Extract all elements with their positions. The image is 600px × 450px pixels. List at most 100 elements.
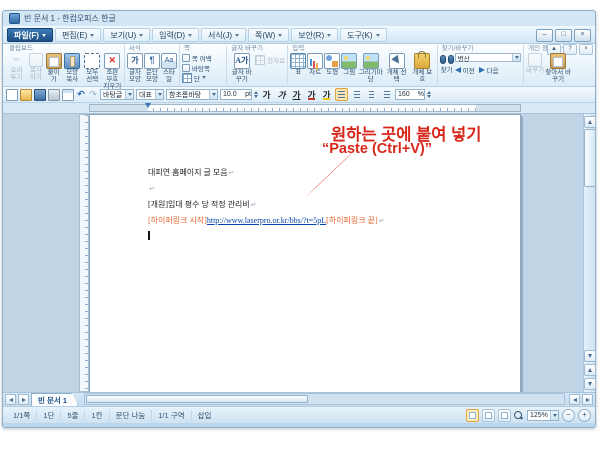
style-button[interactable]: Aa스타일: [161, 53, 177, 84]
hscroll-right-button[interactable]: [582, 394, 593, 405]
select-all-button[interactable]: 모두 선택: [83, 53, 102, 84]
document-area[interactable]: 대피연 홈페이지 글 모음↵ ↵ [개원]임대 평수 당 적정 관리비↵ [하이…: [3, 114, 583, 392]
font-size-combobox[interactable]: 10.0pt: [220, 89, 252, 100]
view-mode-normal-button[interactable]: [466, 409, 479, 422]
close-button[interactable]: ×: [574, 29, 591, 42]
menu-insert[interactable]: 입력(D): [152, 28, 199, 42]
app-window: 빈 문서 1 - 한컴오피스 한글 파일(F) 편집(E) 보기(U) 입력(D…: [2, 10, 596, 428]
clear-marks-button[interactable]: ✕조판 부호 지우기: [103, 53, 122, 90]
font-combobox[interactable]: 함초롬바탕: [166, 89, 218, 100]
style-combobox[interactable]: 바탕글: [100, 89, 134, 100]
red-arrow-annotation: [273, 142, 368, 220]
menu-format[interactable]: 서식(J): [201, 28, 246, 42]
para-shape-button[interactable]: ¶문단 모양: [144, 53, 160, 84]
tab-scroll-left-button[interactable]: [5, 394, 16, 405]
menu-tools[interactable]: 도구(K): [340, 28, 386, 42]
insert-picture-button[interactable]: 그림: [341, 53, 357, 77]
paragraph-mark: ↵: [251, 201, 257, 209]
line-spacing-combobox[interactable]: 160%: [395, 89, 425, 100]
align-left-button[interactable]: [350, 88, 363, 101]
scroll-down-button[interactable]: [584, 350, 596, 362]
hscroll-left-button[interactable]: [569, 394, 580, 405]
menu-page[interactable]: 쪽(W): [248, 28, 289, 42]
insert-table-button[interactable]: 표: [290, 53, 306, 77]
indent-marker[interactable]: [145, 103, 151, 108]
vertical-scroll-thumb[interactable]: [584, 129, 596, 187]
page-down-button[interactable]: [584, 378, 596, 390]
horizontal-scrollbar[interactable]: [84, 393, 565, 405]
object-protect-button[interactable]: 개체 보호: [410, 53, 435, 84]
drawing-gallery-button[interactable]: 그리기마당: [358, 53, 383, 84]
privacy-find-replace-button[interactable]: 찾아서 바꾸기: [545, 53, 571, 84]
menu-edit[interactable]: 편집(E): [55, 28, 101, 42]
vertical-ruler[interactable]: [79, 114, 89, 392]
doc-line-5[interactable]: [148, 229, 385, 244]
align-justify-button[interactable]: [335, 88, 348, 101]
status-right-controls: 125% − +: [466, 409, 591, 422]
tab-scroll-right-button[interactable]: [18, 394, 29, 405]
menu-view[interactable]: 보기(U): [103, 28, 150, 42]
page-margin-button[interactable]: 쪽 여백: [182, 53, 212, 62]
copy-format-button[interactable]: 모양 복사: [63, 53, 82, 84]
align-right-button[interactable]: [380, 88, 393, 101]
find-prev-button[interactable]: 이전: [455, 65, 475, 74]
find-next-button[interactable]: 다음: [479, 65, 499, 74]
redo-button[interactable]: ↷: [88, 90, 98, 100]
char-replace-button[interactable]: A가글자 바꾸기: [229, 53, 254, 84]
paste-button[interactable]: 붙이기: [46, 53, 62, 84]
char-shape-button[interactable]: 가글자 모양: [127, 53, 143, 84]
document-tab[interactable]: 빈 문서 1: [31, 393, 78, 406]
find-query-combobox[interactable]: 병산: [455, 53, 522, 62]
horizontal-ruler[interactable]: [3, 103, 595, 114]
object-select-button[interactable]: 개체 선택: [384, 53, 409, 84]
new-document-button[interactable]: [6, 89, 18, 101]
view-mode-outline-button[interactable]: [482, 409, 495, 422]
columns-button[interactable]: 단: [182, 73, 212, 82]
page-background-button[interactable]: 바탕쪽: [182, 63, 212, 72]
status-insert-mode[interactable]: 삽입: [191, 410, 218, 421]
font-size-spinner[interactable]: [254, 91, 258, 98]
title-bar[interactable]: 빈 문서 1 - 한컴오피스 한글: [3, 11, 595, 26]
hanja-button[interactable]: 한자로: [255, 55, 285, 64]
menu-security[interactable]: 보안(R): [291, 28, 338, 42]
underline-button[interactable]: 가: [290, 88, 303, 101]
document-close-button[interactable]: ×: [579, 44, 593, 55]
font-color-button[interactable]: 가: [305, 88, 318, 101]
menu-file[interactable]: 파일(F): [7, 28, 53, 42]
privacy-replace-button[interactable]: 바꾸기: [526, 53, 544, 75]
print-button[interactable]: [48, 89, 60, 101]
status-line: 5줄: [60, 410, 84, 421]
copy-button[interactable]: 복사하기: [27, 53, 45, 82]
highlight-color-button[interactable]: 가: [320, 88, 333, 101]
vertical-scrollbar[interactable]: [583, 114, 595, 392]
magnifier-icon: [514, 411, 523, 420]
picture-icon: [341, 53, 357, 69]
hanja-icon: [255, 55, 265, 65]
view-mode-split-button[interactable]: [498, 409, 511, 422]
print-preview-button[interactable]: [62, 89, 74, 101]
cut-button[interactable]: ✂오려 두기: [7, 53, 26, 82]
page-up-button[interactable]: [584, 364, 596, 376]
chevron-down-icon: [188, 34, 192, 37]
save-button[interactable]: [34, 89, 46, 101]
insert-shape-button[interactable]: 도형: [324, 53, 340, 77]
zoom-out-button[interactable]: −: [562, 409, 575, 422]
undo-button[interactable]: ↶: [76, 90, 86, 100]
status-para: 문단 나눔: [109, 410, 152, 421]
chevron-down-icon[interactable]: [512, 54, 520, 61]
rep-font-combobox[interactable]: 대표: [136, 89, 164, 100]
find-button[interactable]: 찾기: [440, 53, 454, 75]
maximize-button[interactable]: □: [555, 29, 572, 42]
zoom-in-button[interactable]: +: [578, 409, 591, 422]
zoom-combobox[interactable]: 125%: [527, 410, 559, 421]
chevron-down-icon: [42, 34, 46, 37]
horizontal-scroll-thumb[interactable]: [86, 395, 308, 403]
scroll-up-button[interactable]: [584, 116, 596, 128]
italic-button[interactable]: 가: [275, 88, 288, 101]
bold-button[interactable]: 가: [260, 88, 273, 101]
open-button[interactable]: [20, 89, 32, 101]
align-center-button[interactable]: [365, 88, 378, 101]
insert-chart-button[interactable]: 차트: [307, 53, 323, 77]
minimize-button[interactable]: –: [536, 29, 553, 42]
line-spacing-spinner[interactable]: [427, 91, 431, 98]
